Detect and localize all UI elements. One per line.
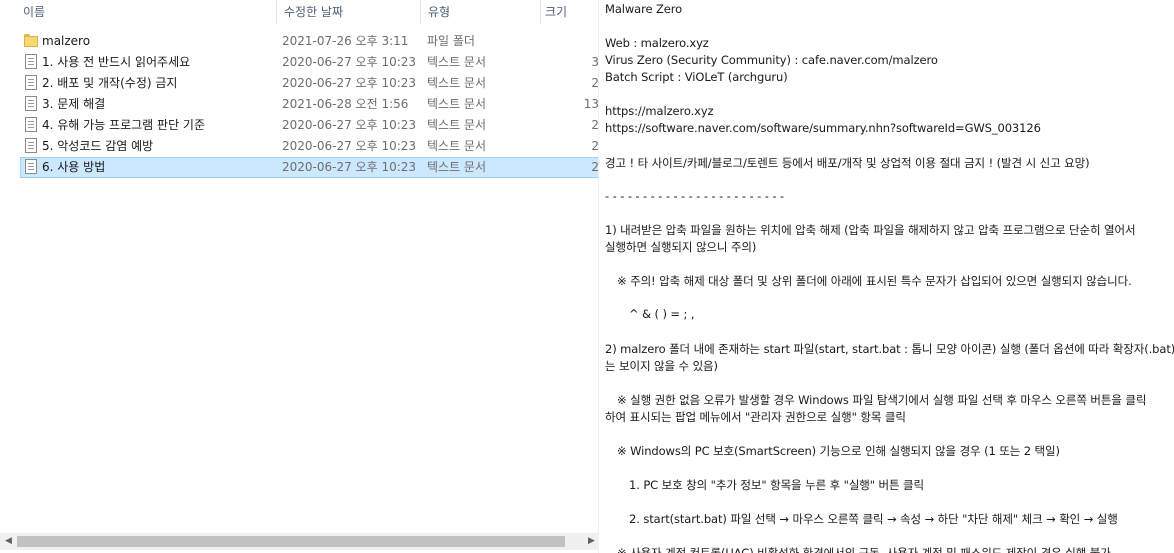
file-date: 2021-06-28 오전 1:56: [282, 97, 409, 111]
text-document-icon: [24, 117, 38, 133]
preview-pane: Malware Zero Web : malzero.xyz Virus Zero …: [599, 0, 1174, 553]
file-list-pane[interactable]: ^ 이름 수정한 날짜 유형 크기 malzero 2021-07-26 오후 3…: [0, 0, 600, 553]
text-document-icon: [24, 75, 38, 91]
file-size: 13: [583, 97, 599, 111]
scrollbar-thumb[interactable]: [17, 536, 565, 547]
column-header-size[interactable]: 크기: [540, 0, 598, 24]
preview-text-line: ※ 실행 권한 없음 오류가 발생할 경우 Windows 파일 탐색기에서 실…: [617, 393, 1147, 407]
preview-text-line: ※ 사용자 계정 컨트롤(UAC) 비활성화 환경에서의 구동, 사용자 계정 …: [617, 546, 1111, 553]
file-name: 1. 사용 전 반드시 읽어주세요: [42, 55, 191, 69]
file-date: 2020-06-27 오후 10:23: [282, 139, 417, 153]
preview-text-line: - - - - - - - - - - - - - - - - - - - - …: [605, 189, 784, 203]
file-date: 2020-06-27 오후 10:23: [282, 118, 417, 132]
preview-text-line: https://software.naver.com/software/summ…: [605, 121, 1041, 135]
preview-text-line: 는 보이지 않을 수 있음): [605, 359, 718, 373]
file-row[interactable]: 6. 사용 방법 2020-06-27 오후 10:23 텍스트 문서 2: [20, 157, 600, 178]
file-size: 3: [591, 55, 599, 69]
text-document-icon: [24, 54, 38, 70]
file-size: 2: [591, 118, 599, 132]
preview-text-line: ※ Windows의 PC 보호(SmartScreen) 기능으로 인해 실행…: [617, 444, 1060, 458]
file-date: 2020-06-27 오후 10:23: [282, 55, 417, 69]
file-date: 2020-06-27 오후 10:23: [282, 160, 417, 174]
preview-text-line: Malware Zero: [605, 2, 683, 16]
file-name: 6. 사용 방법: [42, 160, 106, 174]
preview-text-line: 2. start(start.bat) 파일 선택 → 마우스 오른쪽 클릭 →…: [629, 512, 1118, 526]
folder-icon: [24, 33, 38, 49]
column-header-bar: ^ 이름 수정한 날짜 유형 크기: [0, 0, 600, 24]
text-document-icon: [24, 138, 38, 154]
preview-text-line: Virus Zero (Security Community) : cafe.n…: [605, 53, 938, 67]
preview-text-line: 실행하면 실행되지 않으니 주의): [605, 240, 757, 254]
file-name: 4. 유해 가능 프로그램 판단 기준: [42, 118, 206, 132]
file-type: 텍스트 문서: [427, 97, 487, 111]
preview-text-line: Batch Script : ViOLeT (archguru): [605, 70, 788, 84]
preview-text-line: 2) malzero 폴더 내에 존재하는 start 파일(start, st…: [605, 342, 1174, 356]
preview-text-line: Web : malzero.xyz: [605, 36, 709, 50]
horizontal-scrollbar[interactable]: ◀ ▶: [0, 533, 600, 550]
preview-text-line: 경고 ! 타 사이트/카페/블로그/토렌트 등에서 배포/개작 및 상업적 이용…: [605, 156, 1090, 170]
file-name: malzero: [42, 34, 91, 48]
file-size: 2: [591, 139, 599, 153]
file-row[interactable]: malzero 2021-07-26 오후 3:11 파일 폴더: [20, 31, 600, 52]
file-date: 2021-07-26 오후 3:11: [282, 34, 409, 48]
file-type: 텍스트 문서: [427, 118, 487, 132]
file-name: 3. 문제 해결: [42, 97, 106, 111]
preview-text-line: 하여 표시되는 팝업 메뉴에서 "관리자 권한으로 실행" 항목 클릭: [605, 410, 906, 424]
file-type: 텍스트 문서: [427, 55, 487, 69]
file-row[interactable]: 3. 문제 해결 2021-06-28 오전 1:56 텍스트 문서 13: [20, 94, 600, 115]
file-row[interactable]: 2. 배포 및 개작(수정) 금지 2020-06-27 오후 10:23 텍스트 …: [20, 73, 600, 94]
scroll-left-icon[interactable]: ◀: [0, 533, 17, 550]
preview-text-line: ※ 주의! 압축 해제 대상 폴더 및 상위 폴더에 아래에 표시된 특수 문자…: [617, 274, 1132, 288]
file-row[interactable]: 1. 사용 전 반드시 읽어주세요 2020-06-27 오후 10:23 텍스트 …: [20, 52, 600, 73]
column-header-date[interactable]: 수정한 날짜: [279, 0, 420, 24]
preview-text-line: 1) 내려받은 압축 파일을 원하는 위치에 압축 해제 (압축 파일을 해제하…: [605, 223, 1136, 237]
text-document-icon: [24, 96, 38, 112]
file-row[interactable]: 4. 유해 가능 프로그램 판단 기준 2020-06-27 오후 10:23 텍스…: [20, 115, 600, 136]
file-size: 2: [591, 160, 599, 174]
file-type: 텍스트 문서: [427, 139, 487, 153]
file-name: 2. 배포 및 개작(수정) 금지: [42, 76, 178, 90]
file-type: 텍스트 문서: [427, 76, 487, 90]
text-document-icon: [24, 159, 38, 175]
column-header-name[interactable]: 이름: [18, 0, 276, 24]
column-divider[interactable]: [276, 0, 277, 24]
file-type: 텍스트 문서: [427, 160, 487, 174]
file-date: 2020-06-27 오후 10:23: [282, 76, 417, 90]
preview-text-line: 1. PC 보호 창의 "추가 정보" 항목을 누른 후 "실행" 버튼 클릭: [629, 478, 925, 492]
file-size: 2: [591, 76, 599, 90]
preview-text-line: https://malzero.xyz: [605, 104, 714, 118]
column-header-type[interactable]: 유형: [423, 0, 540, 24]
file-type: 파일 폴더: [427, 34, 475, 48]
file-name: 5. 악성코드 감염 예방: [42, 139, 154, 153]
file-row[interactable]: 5. 악성코드 감염 예방 2020-06-27 오후 10:23 텍스트 문서 2: [20, 136, 600, 157]
preview-text-line: ^ & ( ) = ; ,: [629, 307, 695, 321]
column-divider[interactable]: [420, 0, 421, 24]
